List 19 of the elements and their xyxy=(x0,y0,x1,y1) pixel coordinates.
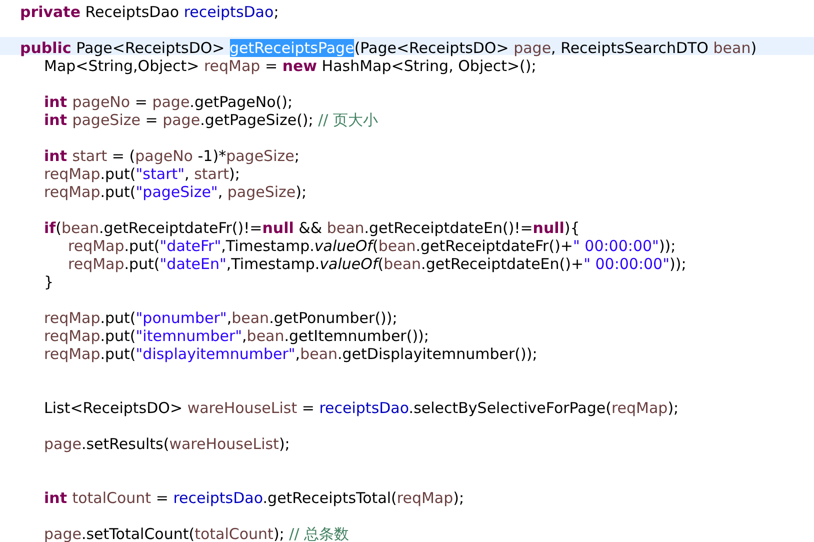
code-line: Map<String,Object> reqMap = new HashMap<String, Object>(); xyxy=(44,57,536,75)
code-line: int pageSize = page.getPageSize(); // 页大小 xyxy=(44,111,378,129)
code-line: public Page<ReceiptsDO> getReceiptsPage(Page<ReceiptsDO> page, ReceiptsSearchDTO bean) xyxy=(20,39,757,57)
code-line: reqMap.put("pageSize", pageSize); xyxy=(44,183,307,201)
code-line: private ReceiptsDao receiptsDao; xyxy=(20,3,279,21)
code-line: page.setTotalCount(totalCount); // 总条数 xyxy=(44,525,350,542)
code-line: int totalCount = receiptsDao.getReceiptsTotal(reqMap); xyxy=(44,489,464,507)
code-line: if(bean.getReceiptdateFr()!=null && bean.getReceiptdateEn()!=null){ xyxy=(44,219,580,237)
code-line: } xyxy=(44,273,54,291)
code-line: reqMap.put("dateFr",Timestamp.valueOf(bean.getReceiptdateFr()+" 00:00:00")); xyxy=(68,237,676,255)
code-line: reqMap.put("start", start); xyxy=(44,165,240,183)
code-line: reqMap.put("displayitemnumber",bean.getDisplayitemnumber()); xyxy=(44,345,538,363)
code-line: page.setResults(wareHouseList); xyxy=(44,435,290,453)
code-line: int pageNo = page.getPageNo(); xyxy=(44,93,293,111)
code-line: List<ReceiptsDO> wareHouseList = receiptsDao.selectBySelectiveForPage(reqMap); xyxy=(44,399,679,417)
code-line: int start = (pageNo -1)*pageSize; xyxy=(44,147,300,165)
code-line: reqMap.put("dateEn",Timestamp.valueOf(bean.getReceiptdateEn()+" 00:00:00")); xyxy=(68,255,686,273)
code-line: reqMap.put("ponumber",bean.getPonumber()); xyxy=(44,309,398,327)
code-line: reqMap.put("itemnumber",bean.getItemnumber()); xyxy=(44,327,429,345)
